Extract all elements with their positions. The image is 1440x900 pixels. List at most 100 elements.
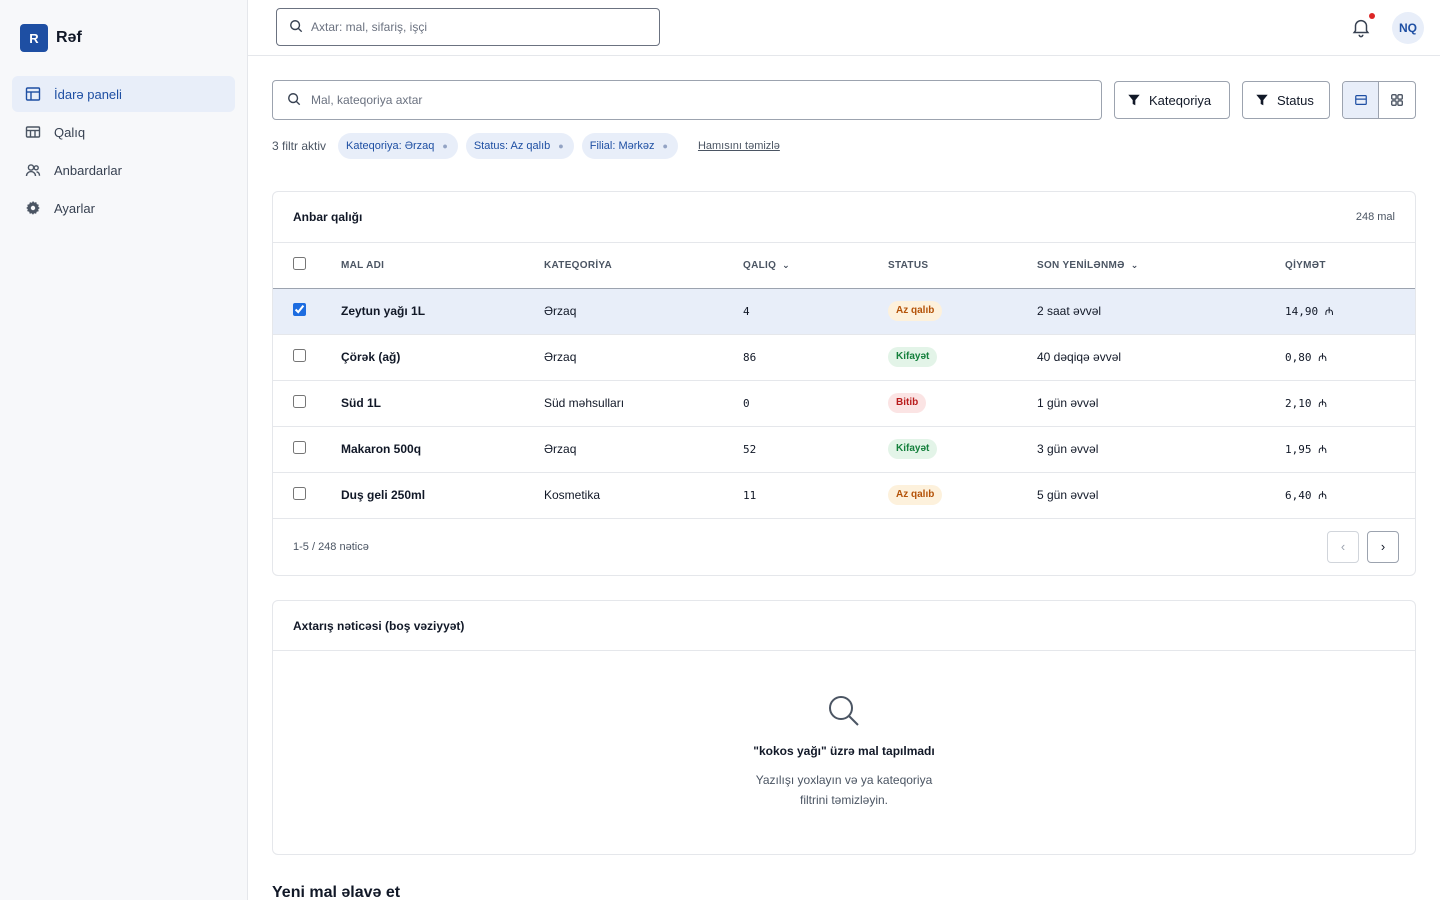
list-view-button[interactable] [1343,82,1380,118]
product-price: 2,10 ₼ [1285,380,1415,427]
sidebar-item-stock[interactable]: Qalıq [12,114,235,150]
product-updated: 5 gün əvvəl [1037,472,1285,519]
column-header-price[interactable]: QİYMƏT [1285,243,1415,289]
global-search-input[interactable] [311,20,631,34]
inventory-total: 248 mal [1355,211,1395,223]
product-category: Ərzaq [544,426,743,473]
inventory-table: MAL ADI KATEQORİYA QALIQ ⌄ STATUS SON YEN… [273,243,1415,519]
close-icon[interactable]: ● [663,141,668,151]
product-stock: 86 [743,334,888,381]
sidebar-item-label: İdarə paneli [54,86,122,102]
layout-icon [24,85,42,103]
column-header-category[interactable]: KATEQORİYA [544,243,743,289]
product-name: Makaron 500q [341,426,544,473]
active-filter-count: 3 filtr aktiv [272,139,327,153]
new-product-section-title: Yeni mal əlavə et [272,884,401,900]
column-header-label: QALIQ [743,259,777,271]
filter-chip-label: Status: Az qalıb [473,140,551,152]
row-checkbox[interactable] [293,303,306,316]
inventory-title: Anbar qalığı [293,210,363,224]
table-icon [24,123,42,141]
category-filter-button[interactable]: Kateqoriya [1114,81,1230,119]
bell-icon[interactable] [1350,16,1372,38]
empty-state-body: "kokos yağı" üzrə mal tapılmadı Yazılışı… [273,651,1415,854]
users-icon [24,161,42,179]
product-search-input[interactable] [311,93,1071,107]
product-category: Ərzaq [544,334,743,381]
status-badge: Bitib [888,393,927,413]
active-filters: 3 filtr aktiv Kateqoriya: Ərzaq ● Status… [272,132,780,160]
select-all-checkbox[interactable] [293,257,306,271]
product-category: Ərzaq [544,288,743,335]
inventory-card: Anbar qalığı 248 mal MAL ADI KATEQORİYA … [272,191,1416,576]
sidebar-item-settings[interactable]: Ayarlar [12,190,235,226]
filter-icon [1128,94,1140,106]
product-price: 6,40 ₼ [1285,472,1415,519]
result-count: 1-5 / 248 nəticə [293,540,369,553]
product-search[interactable] [272,80,1102,120]
column-header-updated[interactable]: SON YENİLƏNMƏ ⌄ [1037,243,1285,289]
notification-dot [1369,13,1375,19]
status-filter-label: Status [1277,92,1314,108]
close-icon[interactable]: ● [442,141,447,151]
global-search[interactable] [276,8,660,46]
table-row[interactable]: Süd 1L Süd məhsulları 0 Bitib 1 gün əvvə… [273,380,1415,427]
status-badge: Kifayət [888,347,938,367]
next-page-button[interactable]: › [1367,530,1399,563]
sidebar-nav: İdarə paneli Qalıq Anbardarlar Ayarlar [12,76,235,228]
product-price: 14,90 ₼ [1285,288,1415,335]
empty-state-message: "kokos yağı" üzrə mal tapılmadı [753,744,935,758]
sidebar-item-storekeepers[interactable]: Anbardarlar [12,152,235,188]
sidebar-item-label: Qalıq [54,124,86,140]
product-updated: 1 gün əvvəl [1037,380,1285,427]
filter-chip-branch[interactable]: Filial: Mərkəz ● [581,133,678,159]
pagination-bar: 1-5 / 248 nəticə ‹ › [273,519,1415,575]
chevron-down-icon: ⌄ [782,259,791,270]
table-row[interactable]: Duş geli 250ml Kosmetika 11 Az qalıb 5 g… [273,472,1415,519]
search-icon [287,92,301,109]
sidebar-item-label: Anbardarlar [54,162,122,178]
filter-icon [1256,94,1268,106]
topbar: NQ [248,0,1440,56]
clear-all-filters-link[interactable]: Hamısını təmizlə [698,140,780,152]
table-row[interactable]: Zeytun yağı 1L Ərzaq 4 Az qalıb 2 saat ə… [273,288,1415,335]
prev-page-button[interactable]: ‹ [1327,530,1359,563]
table-row[interactable]: Makaron 500q Ərzaq 52 Kifayət 3 gün əvvə… [273,426,1415,473]
product-stock: 0 [743,380,888,427]
empty-state-card: Axtarış nəticəsi (boş vəziyyət) "kokos y… [272,600,1416,855]
row-checkbox[interactable] [293,487,306,500]
sidebar-item-label: Ayarlar [54,200,95,216]
column-header-stock[interactable]: QALIQ ⌄ [743,243,888,289]
product-name: Süd 1L [341,380,544,427]
table-row[interactable]: Çörək (ağ) Ərzaq 86 Kifayət 40 dəqiqə əv… [273,334,1415,381]
row-checkbox[interactable] [293,349,306,362]
column-header-status[interactable]: STATUS [888,243,1037,289]
product-category: Kosmetika [544,472,743,519]
row-checkbox[interactable] [293,395,306,408]
product-stock: 52 [743,426,888,473]
product-updated: 2 saat əvvəl [1037,288,1285,335]
filter-chip-category[interactable]: Kateqoriya: Ərzaq ● [338,133,458,159]
list-view-icon [1354,95,1367,105]
filter-chip-status[interactable]: Status: Az qalıb ● [465,133,574,159]
status-filter-button[interactable]: Status [1242,81,1330,119]
sidebar-item-dashboard[interactable]: İdarə paneli [12,76,235,112]
close-icon[interactable]: ● [558,141,563,151]
product-category: Süd məhsulları [544,380,743,427]
column-header-name[interactable]: MAL ADI [341,243,544,289]
column-header-label: SON YENİLƏNMƏ [1037,259,1125,271]
empty-state-title: Axtarış nəticəsi (boş vəziyyət) [293,618,465,633]
product-price: 1,95 ₼ [1285,426,1415,473]
product-name: Zeytun yağı 1L [341,288,544,335]
grid-view-button[interactable] [1379,82,1415,118]
chevron-down-icon: ⌄ [1130,259,1139,270]
product-stock: 4 [743,288,888,335]
empty-state-header: Axtarış nəticəsi (boş vəziyyət) [273,601,1415,651]
product-updated: 3 gün əvvəl [1037,426,1285,473]
filter-chip-label: Filial: Mərkəz [589,140,655,152]
brand[interactable]: R Rəf [20,24,82,52]
row-checkbox[interactable] [293,441,306,454]
pager: ‹ › [1319,530,1399,563]
avatar[interactable]: NQ [1392,12,1424,44]
status-badge: Az qalıb [888,485,943,505]
